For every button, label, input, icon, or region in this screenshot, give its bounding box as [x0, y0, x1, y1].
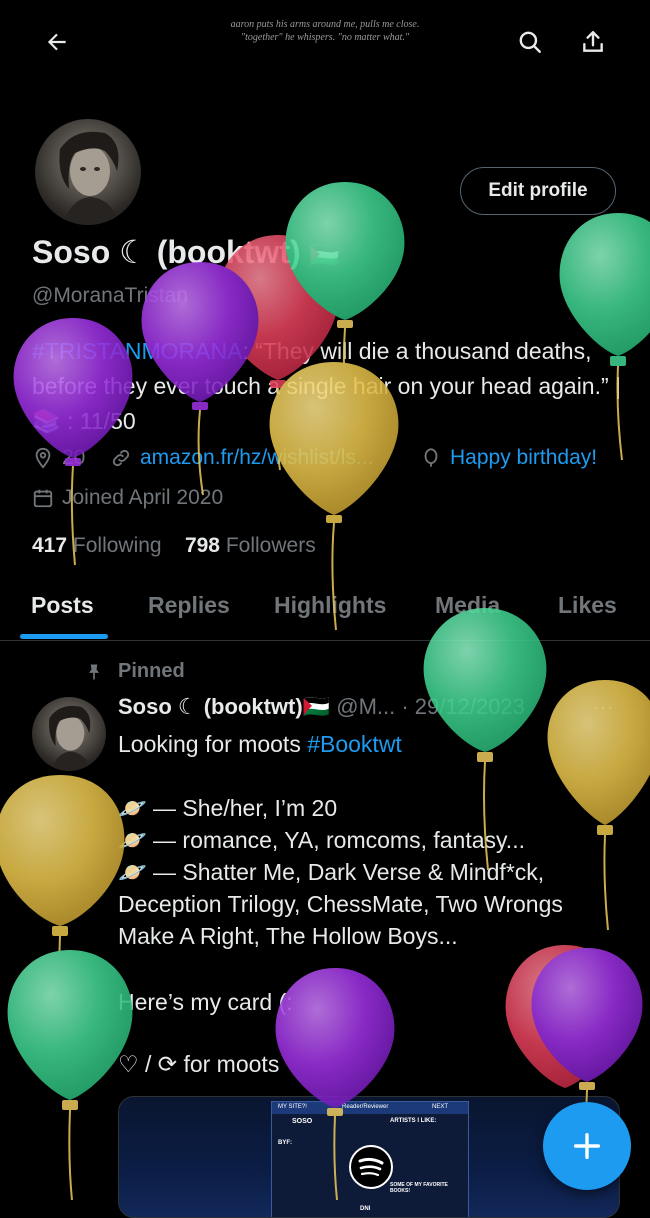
back-button[interactable] [35, 20, 79, 64]
profile-name: Soso ☾ (booktwt) 🇵🇸 [32, 233, 339, 271]
tab-likes[interactable]: Likes [558, 592, 617, 619]
followers-link[interactable]: 798 Followers [185, 534, 316, 557]
spotify-icon [349, 1145, 393, 1189]
following-count: 417 [32, 534, 68, 557]
tab-posts[interactable]: Posts [31, 592, 94, 619]
birthday-text: Happy birthday! [450, 446, 598, 469]
following-label: Following [72, 534, 162, 557]
profile-meta-joined: Joined April 2020 [32, 486, 223, 510]
followers-count: 798 [184, 534, 220, 557]
post-line-1: Looking for moots #Booktwt [118, 728, 618, 760]
post-bullet-3: 🪐 — Shatter Me, Dark Verse & Mindf*ck, [118, 859, 545, 885]
card-header-mid: Reader/Reviewer [342, 1104, 389, 1110]
card-header: MY SITE?! Reader/Reviewer NEXT [272, 1102, 468, 1114]
profile-bio: #TRISTANMORANA: “They will die a thousan… [32, 334, 622, 439]
card-artists-label: ARTISTS I LIKE: [390, 1118, 437, 1124]
post-hashtag[interactable]: #Booktwt [307, 731, 402, 757]
post-line-1-text: Looking for moots [118, 731, 308, 757]
post-author-handle[interactable]: @M... [336, 694, 395, 719]
pin-icon [89, 664, 99, 680]
card-image: MY SITE?! Reader/Reviewer NEXT SOSO BYF:… [271, 1101, 469, 1217]
profile-name-text: Soso ☾ (booktwt) [32, 234, 301, 270]
profile-meta-website[interactable]: amazon.fr/hz/wishlist/ls... [110, 446, 373, 470]
card-bio-label: BYF: [278, 1140, 292, 1146]
palestine-flag-icon: 🇵🇸 [302, 694, 331, 719]
card-header-left: MY SITE?! [278, 1104, 307, 1110]
link-icon [112, 449, 130, 467]
post-bullet-2: 🪐 — romance, YA, romcoms, fantasy... [118, 827, 525, 853]
arrow-left-icon [47, 33, 66, 51]
share-icon [583, 31, 603, 52]
profile-handle: @MoranaTristan [32, 284, 188, 307]
post-moots-line: ♡ / ⟳ for moots [118, 1051, 280, 1077]
post-line-cont-1: Deception Trilogy, ChessMate, Two Wrongs [118, 891, 563, 917]
balloon-icon [424, 448, 438, 467]
avatar-portrait [49, 705, 91, 771]
profile-meta-location: 20 [32, 446, 85, 470]
post-header: Soso ☾ (booktwt)🇵🇸 @M... · 29/12/2023 [118, 694, 525, 720]
pinned-indicator: Pinned [86, 660, 185, 683]
banner-quote-line-1: aaron puts his arms around me, pulls me … [230, 19, 420, 30]
card-dni-label: DNI [360, 1206, 371, 1212]
card-header-right: NEXT [432, 1104, 449, 1110]
post-author-name[interactable]: Soso ☾ (booktwt) [118, 694, 303, 719]
followers-label: Followers [225, 534, 316, 557]
tab-media[interactable]: Media [435, 592, 500, 619]
location-pin-icon [35, 447, 51, 469]
plus-icon [573, 1132, 601, 1160]
tab-highlights[interactable]: Highlights [274, 592, 386, 619]
joined-text: Joined April 2020 [62, 486, 224, 509]
post-bullet-1: 🪐 — She/her, I’m 20 [118, 795, 338, 821]
pinned-label: Pinned [118, 660, 185, 682]
location-text: 20 [62, 446, 86, 469]
tab-replies[interactable]: Replies [148, 592, 230, 619]
card-books-label: SOME OF MY FAVORITE BOOKS! [390, 1182, 448, 1194]
more-options-icon[interactable]: ··· [592, 694, 614, 720]
following-link[interactable]: 417 Following [32, 534, 162, 557]
bio-hashtag[interactable]: #TRISTANMORANA [32, 338, 242, 364]
calendar-icon [33, 489, 53, 508]
post-date[interactable]: · 29/12/2023 [401, 694, 525, 719]
profile-meta-birthday: Happy birthday! [420, 446, 597, 470]
search-icon [519, 31, 541, 53]
follow-stats: 417 Following 798 Followers [32, 534, 316, 558]
post-author-avatar[interactable] [32, 697, 106, 771]
website-link[interactable]: amazon.fr/hz/wishlist/ls... [140, 446, 373, 470]
banner-quote: aaron puts his arms around me, pulls me … [0, 18, 650, 44]
balloon-green [7, 950, 133, 1200]
palestine-flag-icon: 🇵🇸 [309, 242, 340, 269]
banner-quote-line-2: "together" he whispers. "no matter what.… [240, 32, 410, 43]
balloon-yellow [0, 775, 125, 1026]
post-line-cont-2: Make A Right, The Hollow Boys... [118, 923, 458, 949]
edit-profile-button[interactable]: Edit profile [460, 167, 616, 215]
share-button[interactable] [571, 20, 615, 64]
card-title: SOSO [292, 1118, 313, 1125]
profile-avatar[interactable] [32, 116, 144, 228]
search-button[interactable] [508, 20, 552, 64]
compose-post-button[interactable] [543, 1102, 631, 1190]
profile-tabs: Posts Replies Highlights Media Likes [0, 584, 650, 641]
active-tab-indicator [20, 634, 108, 639]
avatar-portrait [59, 131, 119, 225]
post-card-line: Here’s my card (: [118, 989, 293, 1015]
